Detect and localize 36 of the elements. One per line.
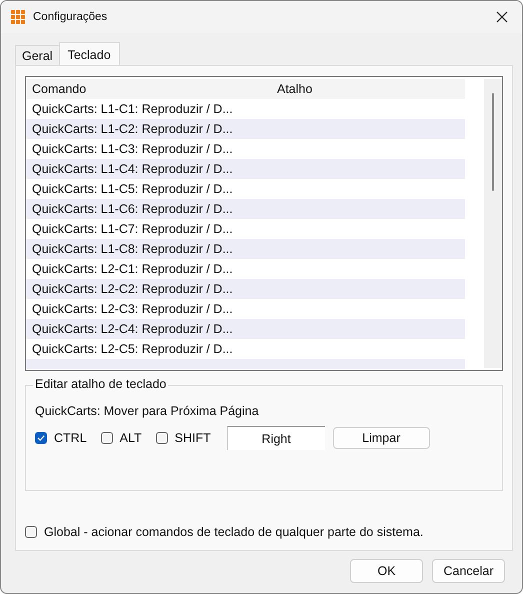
list-row[interactable]: QuickCarts: L1-C2: Reproduzir / D... [26,119,465,139]
checkbox-label: Global - acionar comandos de teclado de qualquer parte do sistema. [44,525,424,539]
window-title: Configurações [33,11,108,23]
group-title: Editar atalho de teclado [33,377,168,391]
checkbox-label: CTRL [54,431,87,445]
column-header[interactable]: Atalho [277,82,312,96]
ok-button[interactable]: OK [350,559,423,583]
list-row[interactable]: QuickCarts: L1-C8: Reproduzir / D... [26,239,465,259]
list-row[interactable]: QuickCarts: L1-C4: Reproduzir / D... [26,159,465,179]
checkbox-label: SHIFT [174,431,211,445]
list-row[interactable]: QuickCarts: L2-C3: Reproduzir / D... [26,299,465,319]
scrollbar-thumb[interactable] [492,93,494,191]
grid-icon [11,10,25,24]
list-row[interactable]: QuickCarts: L2-C2: Reproduzir / D... [26,279,465,299]
list-row[interactable]: QuickCarts: L1-C5: Reproduzir / D... [26,179,465,199]
scrollbar[interactable] [484,79,502,368]
list-row[interactable]: QuickCarts: L1-C3: Reproduzir / D... [26,139,465,159]
checkbox-label: ALT [120,431,142,445]
list-row[interactable]: QuickCarts: L1-C7: Reproduzir / D... [26,219,465,239]
column-header[interactable]: Comando [26,82,277,96]
list-row[interactable]: QuickCarts: L1-C6: Reproduzir / D... [26,199,465,219]
cancel-button[interactable]: Cancelar [432,559,505,583]
checkbox[interactable] [156,432,168,444]
list-row[interactable]: QuickCarts: L2-C4: Reproduzir / D... [26,319,465,339]
close-icon[interactable] [496,11,508,23]
clear-button[interactable]: Limpar [332,427,430,449]
command-label: QuickCarts: Mover para Próxima Página [35,404,260,418]
tab[interactable]: Geral [15,45,60,65]
list-row[interactable]: QuickCarts: L2-C5: Reproduzir / D... [26,339,465,359]
checkbox[interactable] [25,526,37,538]
checkbox[interactable] [100,432,113,444]
tab[interactable]: Teclado [58,42,120,65]
key-field[interactable]: Right [226,426,325,450]
list-row[interactable]: QuickCarts: L1-C1: Reproduzir / D... [26,99,465,119]
list-row[interactable]: QuickCarts: L2-C1: Reproduzir / D... [26,259,465,279]
checkbox[interactable] [35,432,47,444]
